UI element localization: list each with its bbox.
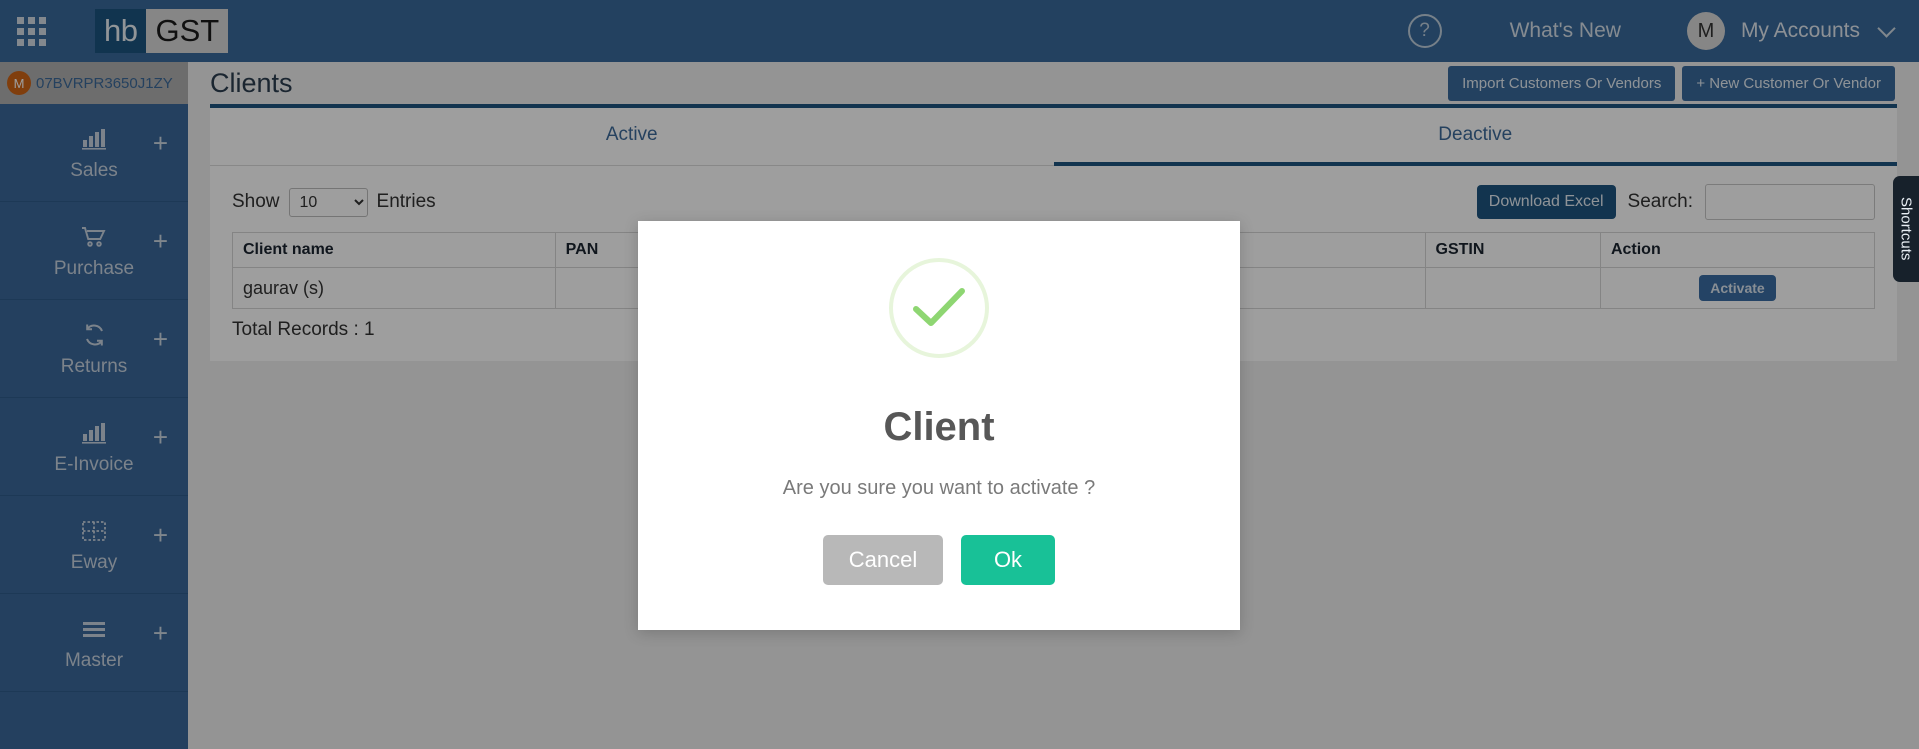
shortcuts-label: Shortcuts [1897, 197, 1915, 261]
ok-button[interactable]: Ok [961, 535, 1055, 585]
modal-button-group: Cancel Ok [823, 535, 1055, 585]
confirm-activate-modal: Client Are you sure you want to activate… [638, 221, 1240, 630]
shortcuts-side-tab[interactable]: Shortcuts [1893, 176, 1919, 282]
green-check-circle-icon [889, 258, 989, 358]
modal-title: Client [883, 405, 995, 449]
cancel-button[interactable]: Cancel [823, 535, 943, 585]
modal-message: Are you sure you want to activate ? [782, 477, 1096, 499]
